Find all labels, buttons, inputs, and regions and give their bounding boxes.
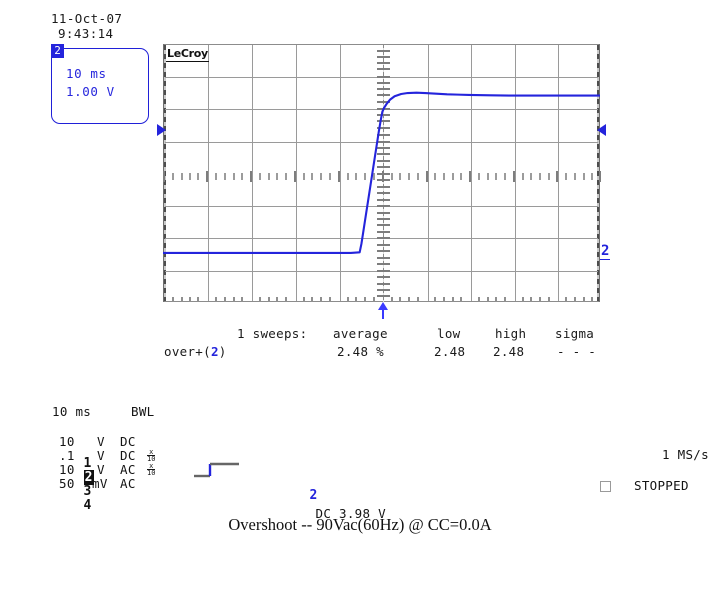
channel-number: 4 — [83, 498, 92, 513]
channel-coupling: DC — [120, 434, 136, 449]
probe-attenuation-x10-icon: x 10 — [147, 448, 156, 463]
channel-coupling: DC — [120, 448, 136, 463]
right-level-marker-icon[interactable] — [597, 124, 606, 136]
measurement-average: 2.48 % — [337, 344, 384, 359]
channel-unit: V — [97, 462, 105, 477]
sample-rate: 1 MS/s — [662, 447, 709, 462]
channel-unit: V — [97, 448, 105, 463]
channel-unit: mV — [92, 476, 108, 491]
acquisition-state: STOPPED — [634, 478, 689, 493]
column-header-high: high — [495, 326, 527, 341]
bandwidth-limit-label[interactable]: BWL — [131, 404, 154, 419]
waveform-trace-c2 — [163, 91, 600, 255]
trigger-marker-stem — [382, 308, 384, 319]
sweeps-label: 1 sweeps: — [237, 326, 308, 341]
measurement-sigma: - - - — [557, 344, 597, 359]
capture-date: 11-Oct-07 — [51, 11, 123, 26]
channel-coupling: AC — [120, 462, 136, 477]
channel-coupling: AC — [120, 476, 136, 491]
measurement-name-close: ) — [218, 344, 227, 359]
left-level-marker-icon[interactable] — [157, 124, 166, 136]
figure-caption: Overshoot -- 90Vac(60Hz) @ CC=0.0A — [228, 515, 492, 534]
trigger-source: 2 — [309, 488, 318, 503]
capture-time: 9:43:14 — [58, 26, 114, 41]
column-header-low: low — [437, 326, 461, 341]
status-timebase[interactable]: 10 ms — [52, 404, 91, 419]
acquisition-indicator-icon[interactable] — [600, 481, 611, 492]
measurement-high: 2.48 — [493, 344, 525, 359]
channel-info-badge: 2 — [51, 44, 64, 58]
probe-attenuation-x10-icon: x 10 — [147, 462, 156, 477]
info-timebase: 10 ms — [66, 66, 107, 81]
measurement-low: 2.48 — [434, 344, 466, 359]
table-row: over+(2) — [164, 344, 227, 359]
measurement-name: over+( — [164, 344, 211, 359]
rising-edge-icon[interactable] — [193, 459, 249, 483]
channel-scale: 50 — [59, 476, 75, 491]
info-volts-per-div: 1.00 V — [66, 84, 115, 99]
channel-2-offset-marker[interactable]: 2 — [600, 243, 611, 260]
measurement-source: 2 — [210, 344, 219, 359]
column-header-average: average — [333, 326, 388, 341]
channel-unit: V — [97, 434, 105, 449]
oscilloscope-screenshot: 11-Oct-07 9:43:14 2 10 ms 1.00 V LeCroy — [0, 0, 720, 556]
column-header-sigma: sigma — [555, 326, 595, 341]
